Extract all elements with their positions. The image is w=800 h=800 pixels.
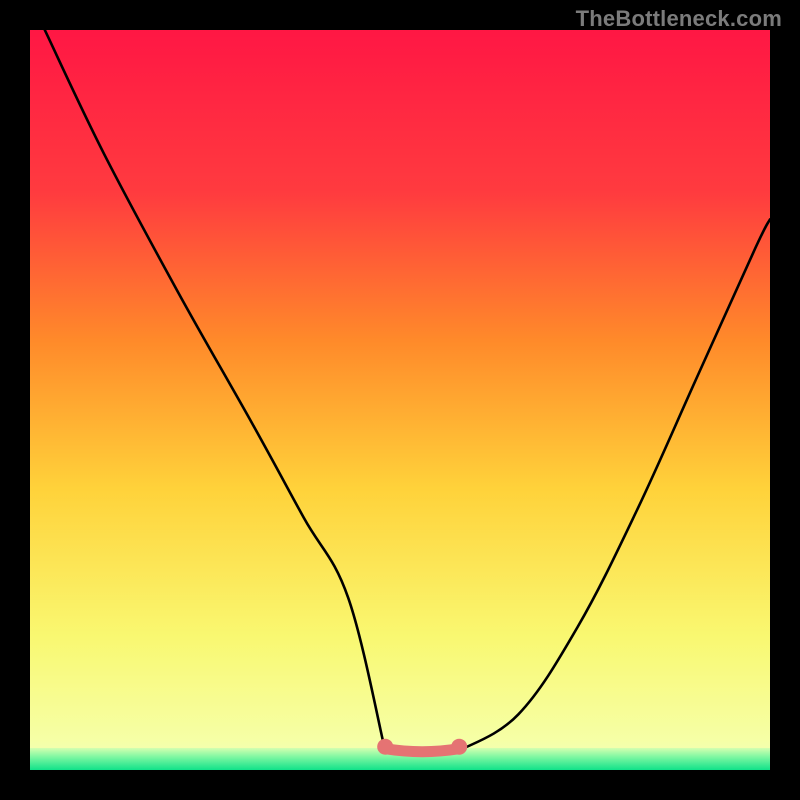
watermark-text: TheBottleneck.com [576,6,782,32]
chart-plot-area [30,30,770,770]
chart-background-gradient [30,30,770,770]
chart-stage: TheBottleneck.com [0,0,800,800]
optimal-marker-right [451,739,467,755]
curve-optimal-flat [385,749,459,752]
chart-svg [30,30,770,770]
optimal-marker-left [377,739,393,755]
